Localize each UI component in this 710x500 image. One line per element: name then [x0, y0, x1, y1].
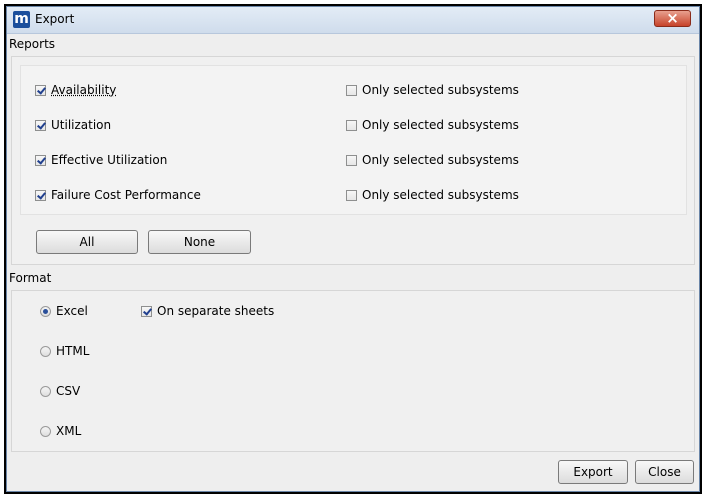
close-icon: ×	[666, 9, 679, 27]
radio-selected-icon	[40, 305, 51, 317]
report-label: Failure Cost Performance	[51, 188, 201, 202]
format-label: XML	[56, 424, 82, 438]
radio-unselected-icon	[40, 385, 51, 397]
checkbox-unchecked-icon	[346, 119, 357, 131]
checkbox-unchecked-icon	[346, 154, 357, 166]
subsystem-label: Only selected subsystems	[362, 153, 519, 167]
export-button[interactable]: Export	[558, 460, 628, 484]
format-label: HTML	[56, 344, 90, 358]
checkbox-checked-icon	[35, 189, 46, 201]
report-label: Availability	[51, 83, 117, 97]
format-radio-csv[interactable]: CSV	[40, 384, 80, 398]
subsystem-checkbox-effective-utilization[interactable]: Only selected subsystems	[346, 153, 519, 167]
select-none-button[interactable]: None	[148, 230, 251, 254]
report-label: Utilization	[51, 118, 112, 132]
format-radio-xml[interactable]: XML	[40, 424, 81, 438]
subsystem-label: Only selected subsystems	[362, 83, 519, 97]
reports-group-label: Reports	[9, 37, 56, 51]
report-checkbox-effective-utilization[interactable]: Effective Utilization	[35, 153, 167, 167]
close-button[interactable]: Close	[635, 460, 694, 484]
separate-sheets-label: On separate sheets	[157, 304, 275, 318]
report-checkbox-failure-cost-performance[interactable]: Failure Cost Performance	[35, 188, 201, 202]
title-bar[interactable]: m Export ×	[7, 7, 699, 34]
app-logo-icon: m	[13, 11, 30, 28]
format-label: CSV	[56, 384, 81, 398]
subsystem-checkbox-availability[interactable]: Only selected subsystems	[346, 83, 519, 97]
subsystem-label: Only selected subsystems	[362, 188, 519, 202]
radio-unselected-icon	[40, 345, 51, 357]
subsystem-checkbox-failure-cost-performance[interactable]: Only selected subsystems	[346, 188, 519, 202]
close-window-button[interactable]: ×	[654, 9, 691, 27]
subsystem-label: Only selected subsystems	[362, 118, 519, 132]
format-label: Excel	[56, 304, 88, 318]
window-title: Export	[35, 12, 75, 26]
report-label: Effective Utilization	[51, 153, 168, 167]
checkbox-checked-icon	[141, 305, 152, 317]
checkbox-unchecked-icon	[346, 84, 357, 96]
report-checkbox-availability[interactable]: Availability	[35, 83, 116, 97]
format-group-label: Format	[9, 271, 52, 285]
checkbox-unchecked-icon	[346, 189, 357, 201]
checkbox-checked-icon	[35, 84, 46, 96]
select-all-button[interactable]: All	[36, 230, 138, 254]
format-radio-html[interactable]: HTML	[40, 344, 89, 358]
checkbox-checked-icon	[35, 154, 46, 166]
checkbox-checked-icon	[35, 119, 46, 131]
radio-unselected-icon	[40, 425, 51, 437]
format-panel	[11, 290, 695, 452]
subsystem-checkbox-utilization[interactable]: Only selected subsystems	[346, 118, 519, 132]
export-dialog: m Export × Reports Availability Utilizat…	[6, 6, 700, 492]
format-radio-excel[interactable]: Excel	[40, 304, 88, 318]
separate-sheets-checkbox[interactable]: On separate sheets	[141, 304, 274, 318]
report-checkbox-utilization[interactable]: Utilization	[35, 118, 111, 132]
